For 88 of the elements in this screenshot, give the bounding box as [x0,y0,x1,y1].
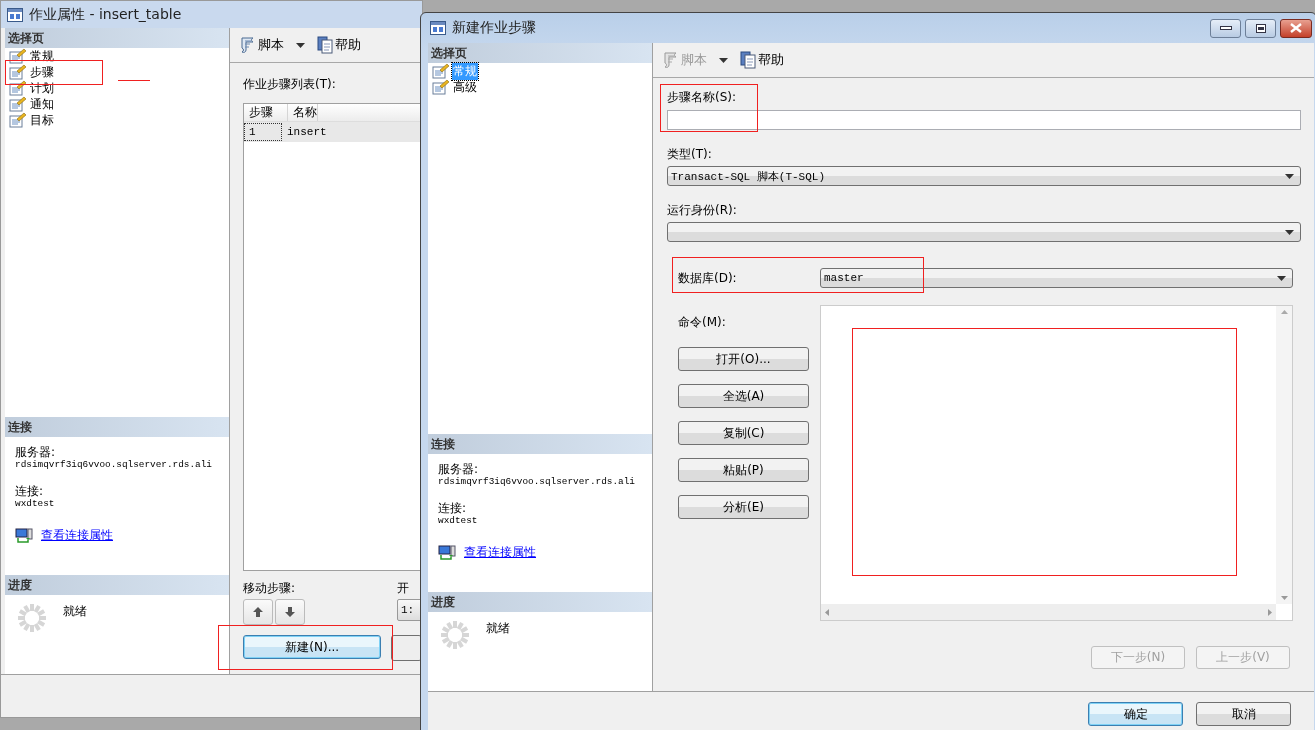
type-dropdown[interactable]: Transact-SQL 脚本(T-SQL) [667,166,1301,186]
document-icon [740,51,756,69]
page-item[interactable]: 通知 [29,95,55,113]
connection-properties-link[interactable]: 查看连接属性 [41,527,113,544]
caret-icon[interactable] [1285,229,1294,235]
caret-icon[interactable] [1277,275,1286,281]
run-as-label: 运行身份(R): [667,203,738,217]
page-item[interactable]: 目标 [29,111,55,129]
page-icon [9,80,27,96]
status-text: 就绪 [486,620,510,637]
connection-label: 连接: [15,484,45,498]
page-icon [9,112,27,128]
login-name: wxdtest [438,515,479,526]
vertical-scrollbar[interactable] [1276,306,1292,604]
panel-header: 进度 [5,575,229,595]
script-button[interactable]: 脚本 [236,36,286,54]
computer-icon [438,544,456,561]
page-item[interactable]: 高级 [452,78,478,96]
window-title: 新建作业步骤 [452,19,536,37]
document-icon [317,36,333,54]
panel-header: 连接 [428,434,652,454]
scroll-icon [661,51,679,69]
login-name: wxdtest [15,498,56,509]
window-icon [7,7,23,22]
connection-properties-link[interactable]: 查看连接属性 [464,544,536,561]
new-step-button[interactable]: 新建(N)... [243,635,382,659]
start-step-label: 开 [397,581,409,595]
start-step-dropdown[interactable]: 1: [397,599,422,621]
annotation-line [118,80,150,81]
panel-header: 选择页 [5,28,229,48]
page-icon [9,48,27,64]
cancel-button[interactable]: 取消 [1196,702,1291,726]
window-icon [430,21,446,35]
page-item[interactable]: 步骤 [29,63,55,81]
command-button[interactable]: 粘贴(P) [678,458,809,482]
server-name: rdsimqvrf3iq6vvoo.sqlserver.rds.ali [15,459,213,470]
window-title: 作业属性 - insert_table [29,5,182,24]
move-down-button[interactable] [275,599,305,625]
panel-header: 连接 [5,417,229,437]
button[interactable] [391,635,422,661]
spinner-icon [440,620,470,650]
database-dropdown[interactable]: master [820,268,1293,288]
caret-icon[interactable] [719,57,728,63]
command-button[interactable]: 复制(C) [678,421,809,445]
scroll-icon [238,36,256,54]
server-label: 服务器: [15,445,57,459]
minimize-icon [1219,25,1232,31]
page-icon [432,63,450,79]
server-name: rdsimqvrf3iq6vvoo.sqlserver.rds.ali [438,476,636,487]
page-icon [9,96,27,112]
ok-button[interactable]: 确定 [1088,702,1183,726]
database-label: 数据库(D): [678,271,738,285]
connection-label: 连接: [438,501,468,515]
maximize-icon [1255,23,1266,33]
column-header[interactable]: 名称 [288,104,318,121]
status-text: 就绪 [63,603,87,620]
caret-icon[interactable] [296,42,305,48]
page-icon [432,79,450,95]
table-cell: 1 [244,123,282,141]
caret-icon[interactable] [1285,173,1294,179]
help-button[interactable]: 帮助 [738,51,786,69]
up-arrow-icon [253,607,263,617]
column-header[interactable]: 步骤 [244,104,288,121]
move-step-label: 移动步骤: [243,581,296,595]
command-label: 命令(M): [678,315,727,329]
spinner-icon [17,603,47,633]
panel-header: 选择页 [428,43,652,63]
run-as-dropdown[interactable] [667,222,1301,242]
steps-label: 作业步骤列表(T): [243,77,337,91]
page-icon [9,64,27,80]
maximize-button[interactable] [1245,18,1276,38]
step-name-label: 步骤名称(S): [667,90,738,104]
command-button[interactable]: 分析(E) [678,495,809,519]
panel-header: 进度 [428,592,652,612]
scroll-down-icon[interactable] [1280,596,1288,600]
close-button[interactable] [1280,18,1312,38]
step-name-field[interactable] [667,110,1301,130]
computer-icon [15,527,33,544]
command-button[interactable]: 全选(A) [678,384,809,408]
table-cell-text: insert [286,125,327,140]
close-icon [1290,23,1302,33]
down-arrow-icon [285,607,295,617]
minimize-button[interactable] [1210,18,1241,38]
type-label: 类型(T): [667,147,713,161]
help-button[interactable]: 帮助 [315,36,363,54]
move-up-button[interactable] [243,599,273,625]
server-label: 服务器: [438,462,480,476]
command-button[interactable]: 打开(O)... [678,347,809,371]
